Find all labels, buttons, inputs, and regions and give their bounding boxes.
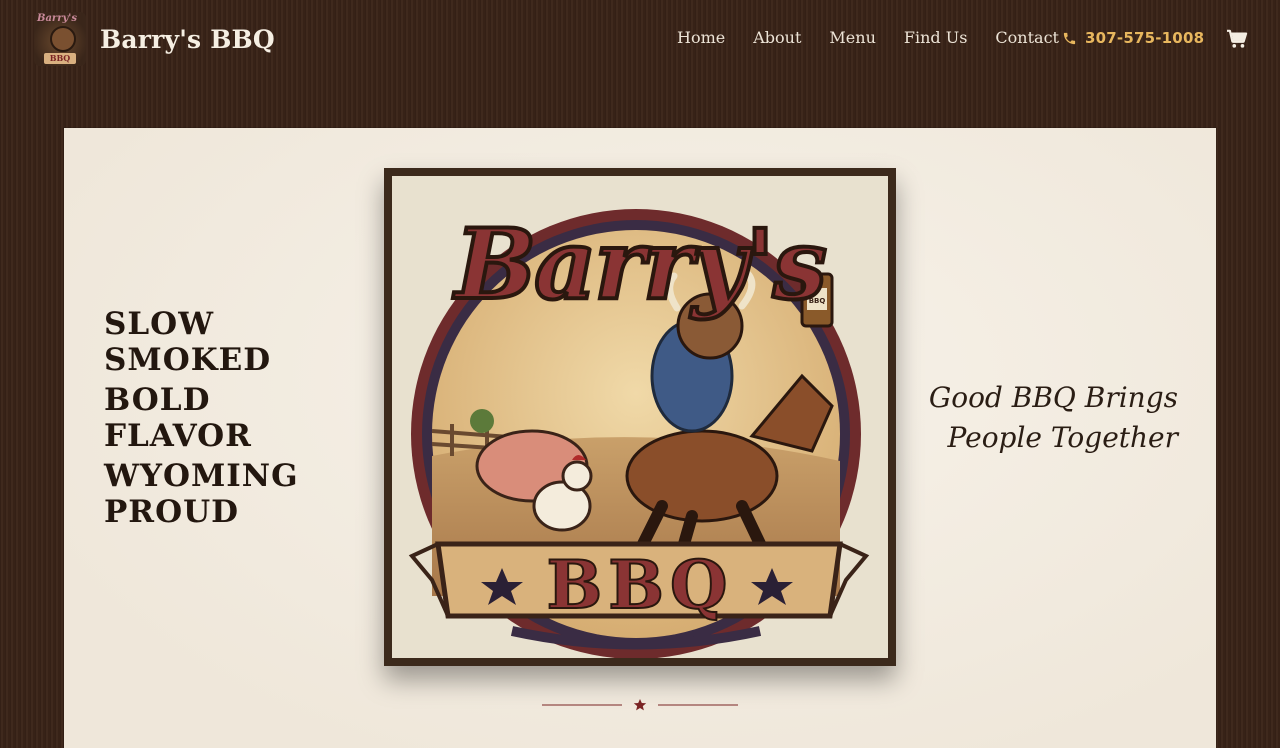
hero-logo-image: BBQ Barry's BBQ — [392, 176, 888, 658]
cart-button[interactable] — [1226, 29, 1248, 53]
logo-banner-text: BBQ — [546, 546, 733, 624]
tagline-word: SMOKED — [104, 342, 272, 378]
main-nav: Home About Menu Find Us Contact — [677, 27, 1059, 47]
hero-tagline-left: SLOW SMOKED BOLD FLAVOR WYOMING PROUD — [104, 306, 344, 530]
logo-script-title: Barry's — [452, 208, 826, 321]
hero-section: SLOW SMOKED BOLD FLAVOR WYOMING PROUD BB… — [64, 128, 1216, 748]
nav-find-us[interactable]: Find Us — [904, 28, 968, 47]
phone-link[interactable]: 307-575-1008 — [1062, 29, 1204, 47]
tagline-word: WYOMING — [104, 458, 299, 494]
phone-icon — [1063, 32, 1076, 44]
tagline-word: SLOW — [104, 306, 215, 342]
tagline-word: PROUD — [104, 494, 239, 530]
nav-home[interactable]: Home — [677, 28, 725, 47]
hero-logo-frame: BBQ Barry's BBQ — [384, 168, 896, 666]
brand-logo: Barry's BBQ — [34, 12, 86, 66]
brand-name: Barry's BBQ — [100, 24, 275, 54]
brand-logo-banner: BBQ — [44, 53, 76, 64]
brand-home-link[interactable]: Barry's BBQ Barry's BBQ — [34, 12, 275, 66]
cart-icon — [1227, 29, 1248, 48]
nav-about[interactable]: About — [753, 28, 801, 47]
brand-logo-bull — [50, 26, 76, 52]
hero-tagline-right: Good BBQ Brings People Together — [929, 378, 1178, 458]
brand-logo-script: Barry's — [37, 13, 77, 24]
star-divider — [542, 699, 738, 711]
tagline-script-line: Good BBQ Brings — [928, 381, 1178, 414]
nav-menu[interactable]: Menu — [829, 28, 875, 47]
tagline-word: BOLD — [104, 382, 211, 418]
tagline-word: FLAVOR — [104, 418, 252, 454]
nav-contact[interactable]: Contact — [995, 28, 1059, 47]
star-icon — [633, 699, 647, 711]
phone-number: 307-575-1008 — [1085, 29, 1205, 47]
site-header: Barry's BBQ Barry's BBQ Home About Menu … — [0, 0, 1280, 78]
tagline-script-line: People Together — [947, 421, 1178, 454]
